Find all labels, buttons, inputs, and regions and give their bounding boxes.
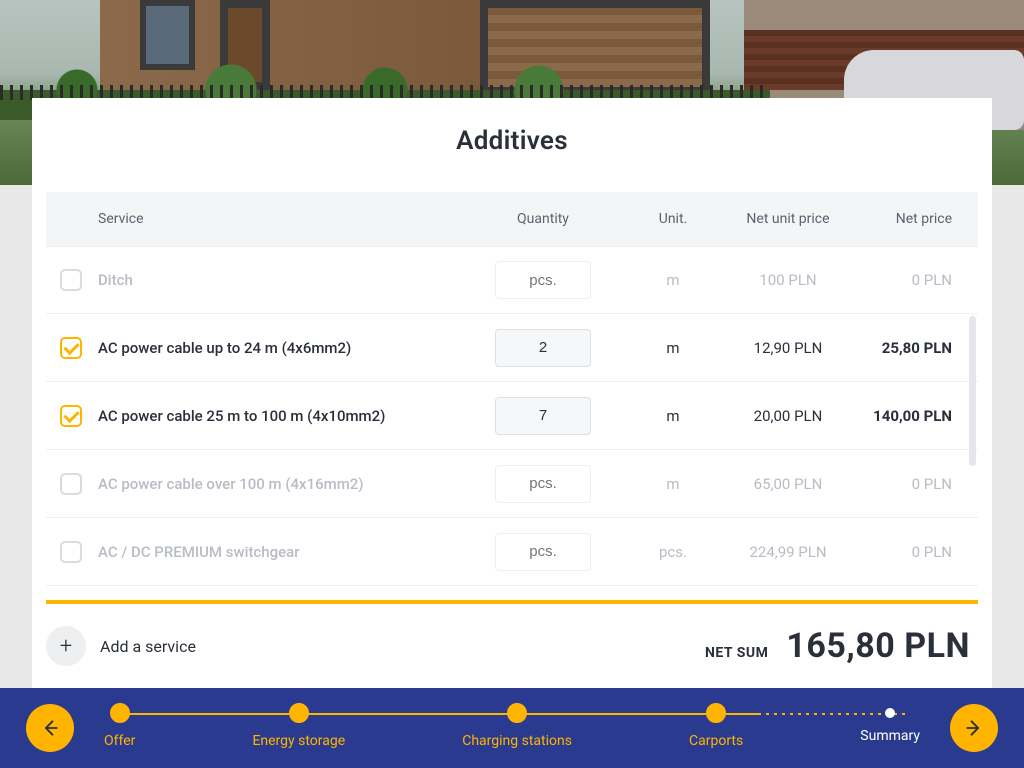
- step-label: Energy storage: [252, 733, 345, 749]
- unit: pcs.: [618, 543, 728, 561]
- header-unit: Unit.: [618, 211, 728, 227]
- arrow-right-icon: [964, 718, 984, 738]
- net-price: 0 PLN: [848, 475, 978, 493]
- additives-card: Additives Service Quantity Unit. Net uni…: [32, 98, 992, 688]
- table-row: Ditch m 100 PLN 0 PLN: [46, 246, 978, 314]
- row-checkbox[interactable]: [60, 405, 82, 427]
- unit-price: 12,90 PLN: [728, 339, 848, 357]
- table-row: AC power cable over 100 m (4x16mm2) m 65…: [46, 450, 978, 518]
- page-title: Additives: [32, 126, 992, 156]
- row-checkbox[interactable]: [60, 269, 82, 291]
- step-offer[interactable]: Offer: [104, 703, 135, 749]
- row-checkbox[interactable]: [60, 473, 82, 495]
- step-label: Carports: [689, 733, 743, 749]
- table-row: AC / DC PREMIUM switchgear pcs. 224,99 P…: [46, 518, 978, 586]
- additives-table: Service Quantity Unit. Net unit price Ne…: [32, 192, 992, 586]
- step-label: Offer: [104, 733, 135, 749]
- step-label: Summary: [860, 728, 920, 744]
- orange-divider: [46, 600, 978, 604]
- header-net-price: Net price: [848, 211, 978, 227]
- header-unit-price: Net unit price: [728, 211, 848, 228]
- unit-price: 20,00 PLN: [728, 407, 848, 425]
- unit: m: [618, 271, 728, 289]
- step-charging-stations[interactable]: Charging stations: [462, 703, 572, 749]
- step-summary[interactable]: Summary: [860, 703, 920, 749]
- table-body: Ditch m 100 PLN 0 PLN AC power cable up …: [46, 246, 978, 586]
- stepper-nav: Offer Energy storage Charging stations C…: [0, 688, 1024, 768]
- unit-price: 224,99 PLN: [728, 543, 848, 561]
- quantity-input[interactable]: [495, 533, 591, 571]
- step-carports[interactable]: Carports: [689, 703, 743, 749]
- step-label: Charging stations: [462, 733, 572, 749]
- step-dot-icon: [885, 708, 895, 718]
- net-price: 0 PLN: [848, 271, 978, 289]
- row-checkbox[interactable]: [60, 337, 82, 359]
- table-header-row: Service Quantity Unit. Net unit price Ne…: [46, 192, 978, 246]
- service-name: AC power cable 25 m to 100 m (4x10mm2): [98, 407, 385, 425]
- step-dot-icon: [110, 703, 130, 723]
- step-dot-icon: [507, 703, 527, 723]
- step-dot-icon: [289, 703, 309, 723]
- net-price: 25,80 PLN: [848, 339, 978, 357]
- net-price: 140,00 PLN: [848, 407, 978, 425]
- unit: m: [618, 407, 728, 425]
- service-name: AC power cable up to 24 m (4x6mm2): [98, 339, 351, 357]
- net-sum-label: NET SUM: [705, 645, 768, 661]
- steps-track: Offer Energy storage Charging stations C…: [104, 703, 920, 753]
- prev-button[interactable]: [26, 704, 74, 752]
- service-name: AC power cable over 100 m (4x16mm2): [98, 475, 364, 493]
- unit: m: [618, 475, 728, 493]
- quantity-input[interactable]: [495, 465, 591, 503]
- net-sum-value: 165,80 PLN: [786, 626, 970, 666]
- table-row: AC power cable 25 m to 100 m (4x10mm2) m…: [46, 382, 978, 450]
- net-price: 0 PLN: [848, 543, 978, 561]
- net-sum: NET SUM 165,80 PLN: [705, 626, 970, 666]
- service-name: Ditch: [98, 271, 133, 289]
- table-row: AC power cable up to 24 m (4x6mm2) m 12,…: [46, 314, 978, 382]
- unit-price: 65,00 PLN: [728, 475, 848, 493]
- quantity-input[interactable]: [495, 329, 591, 367]
- unit: m: [618, 339, 728, 357]
- header-service: Service: [98, 211, 468, 227]
- quantity-input[interactable]: [495, 397, 591, 435]
- step-dot-icon: [706, 703, 726, 723]
- step-energy-storage[interactable]: Energy storage: [252, 703, 345, 749]
- plus-icon: +: [46, 626, 86, 666]
- unit-price: 100 PLN: [728, 271, 848, 289]
- next-button[interactable]: [950, 704, 998, 752]
- row-checkbox[interactable]: [60, 541, 82, 563]
- add-service-button[interactable]: + Add a service: [46, 626, 196, 666]
- header-quantity: Quantity: [468, 211, 618, 227]
- add-service-label: Add a service: [100, 637, 196, 656]
- card-footer: + Add a service NET SUM 165,80 PLN: [46, 626, 970, 666]
- service-name: AC / DC PREMIUM switchgear: [98, 543, 300, 561]
- scrollbar-thumb[interactable]: [969, 316, 976, 466]
- quantity-input[interactable]: [495, 261, 591, 299]
- arrow-left-icon: [40, 718, 60, 738]
